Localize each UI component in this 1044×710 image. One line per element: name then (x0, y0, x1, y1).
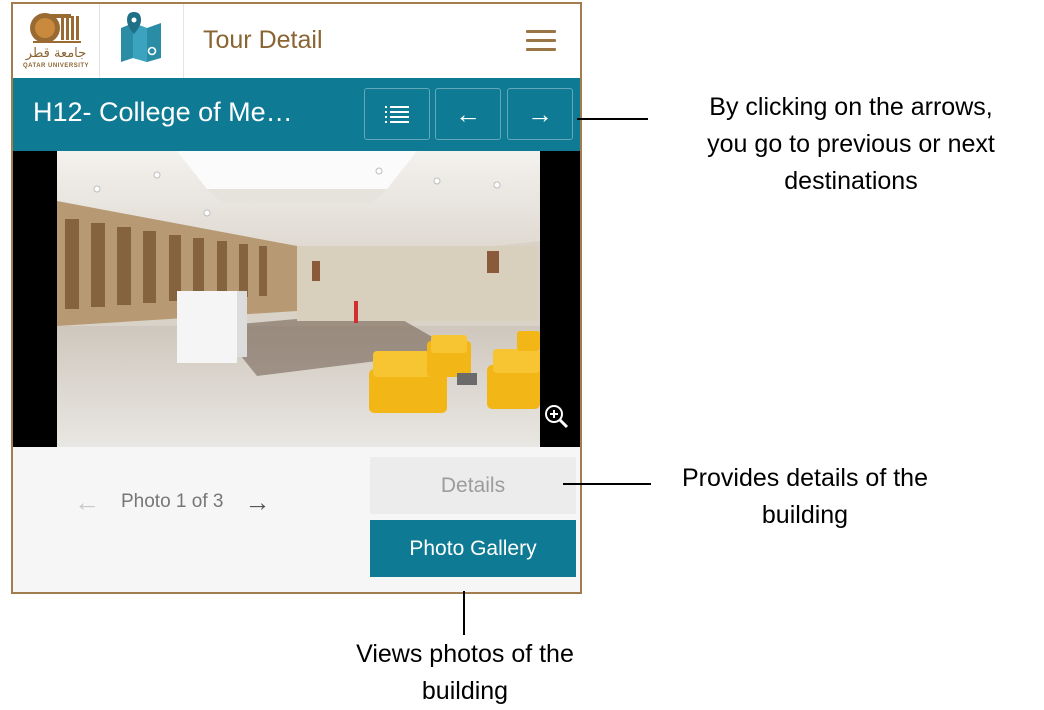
arrows-callout-line (577, 118, 648, 120)
arrow-right-icon: → (527, 98, 553, 129)
map-button[interactable] (99, 4, 184, 78)
page-title: Tour Detail (203, 26, 323, 54)
zoom-in-icon[interactable] (542, 402, 574, 434)
hamburger-menu-icon[interactable] (521, 24, 561, 56)
photo-pager: ← Photo 1 of 3 → (67, 487, 277, 517)
logo-english-text: QATAR UNIVERSITY (22, 63, 90, 69)
gallery-callout: Views photos of the building (300, 636, 630, 710)
details-callout-line (563, 483, 651, 485)
qatar-university-logo[interactable]: جامعة قطر QATAR UNIVERSITY (13, 4, 100, 78)
arrows-callout-line-1: By clicking on the arrows, (709, 93, 993, 121)
destination-list-button[interactable] (364, 88, 430, 140)
next-destination-button[interactable]: → (507, 88, 573, 140)
arrow-left-icon: ← (455, 98, 481, 129)
destination-bar: H12- College of Me… ← → (13, 78, 580, 151)
details-callout: Provides details of the building (650, 460, 960, 534)
details-callout-line-2: building (761, 501, 849, 529)
destination-photo[interactable] (13, 151, 580, 447)
photo-count-label: Photo 1 of 3 (121, 491, 224, 512)
previous-photo-button[interactable]: ← (67, 487, 107, 518)
details-callout-line-1: Provides details of the (682, 464, 928, 492)
logo-arabic-text: جامعة قطر (25, 46, 87, 61)
details-button[interactable]: Details (370, 457, 576, 514)
gallery-callout-line-1: Views photos of the (356, 640, 574, 668)
next-photo-button[interactable]: → (237, 487, 277, 518)
hall-interior-image (57, 151, 540, 447)
gallery-callout-line (463, 591, 465, 635)
map-icon (121, 12, 161, 62)
arrows-callout-line-2: you go to previous or next (707, 130, 995, 158)
app-bar: جامعة قطر QATAR UNIVERSITY Tour Detail (13, 4, 580, 79)
phone-screen: جامعة قطر QATAR UNIVERSITY Tour Detail H… (11, 2, 582, 594)
arrows-callout-line-3: destinations (784, 167, 918, 195)
gallery-callout-line-2: building (421, 677, 509, 705)
arrows-callout: By clicking on the arrows, you go to pre… (656, 89, 1044, 200)
destination-title: H12- College of Me… (33, 97, 293, 127)
photo-gallery-button[interactable]: Photo Gallery (370, 520, 576, 577)
list-icon (385, 106, 409, 123)
photo-controls-panel: ← Photo 1 of 3 → Details Photo Gallery (13, 447, 580, 592)
previous-destination-button[interactable]: ← (435, 88, 501, 140)
